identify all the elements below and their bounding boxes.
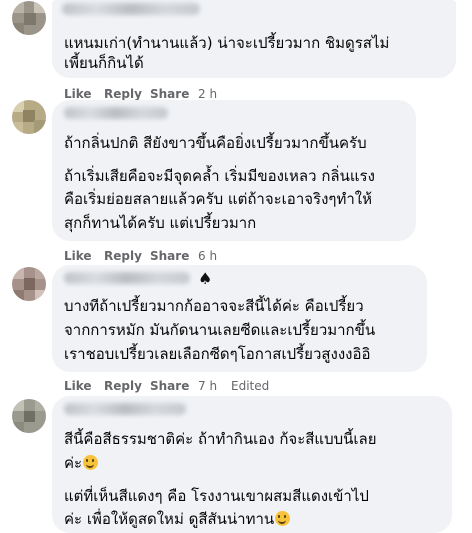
like-button[interactable]: Like bbox=[64, 87, 92, 101]
comment-text-line: สุกก็ทานได้ครับ แต่เปรี้ยวมาก bbox=[64, 214, 257, 232]
author-name[interactable] bbox=[62, 3, 200, 15]
comment-bubble: สีนี้คือสีธรรมชาติค่ะ ถ้าทำกินเอง ก้จะสี… bbox=[52, 396, 452, 533]
reply-button[interactable]: Reply bbox=[104, 379, 142, 393]
comment-text-line: เราชอบเปรี้ยวเลยเลือกซีดๆโอกาสเปรี้ยวสูง… bbox=[64, 345, 371, 363]
comment-text-line: บางทีถ้าเปรี้ยวมากก้ออาจจะสีนี้ได้ค่ะ คื… bbox=[64, 297, 364, 315]
comment-text-line: ถ้ากลิ่นปกติ สียังขาวขึ้นคือยิ่งเปรี้ยวม… bbox=[64, 134, 367, 152]
like-button[interactable]: Like bbox=[64, 379, 92, 393]
comment-bubble: ♠ บางทีถ้าเปรี้ยวมากก้ออาจจะสีนี้ได้ค่ะ … bbox=[52, 265, 427, 372]
author-name[interactable] bbox=[64, 403, 186, 415]
comment-bubble: ถ้ากลิ่นปกติ สียังขาวขึ้นคือยิ่งเปรี้ยวม… bbox=[52, 100, 416, 241]
avatar[interactable] bbox=[12, 399, 46, 433]
comment-text-line: ค่ะ bbox=[64, 453, 99, 473]
comment-bubble: แหนมเก่า(ทำนานแล้ว) น่าจะเปรี้ยวมาก ชิมด… bbox=[52, 0, 456, 78]
comment-text-line: แหนมเก่า(ทำนานแล้ว) น่าจะเปรี้ยวมาก ชิมด… bbox=[64, 34, 390, 52]
timestamp[interactable]: 6 h bbox=[198, 249, 217, 263]
smiling-face-emoji bbox=[275, 511, 291, 526]
timestamp[interactable]: 2 h bbox=[198, 87, 217, 101]
like-button[interactable]: Like bbox=[64, 249, 92, 263]
comment-text-line: สีนี้คือสีธรรมชาติค่ะ ถ้าทำกินเอง ก้จะสี… bbox=[64, 430, 377, 448]
author-name[interactable] bbox=[64, 107, 168, 119]
reply-button[interactable]: Reply bbox=[104, 87, 142, 101]
avatar[interactable] bbox=[12, 267, 46, 301]
comment-text-line: เพี้ยนก็กินได้ bbox=[64, 54, 144, 72]
comment-text-line: คือเริ่มย่อยสลายแล้วครับ แต่ถ้าจะเอาจริง… bbox=[64, 190, 372, 208]
edited-label[interactable]: Edited bbox=[231, 379, 269, 393]
share-button[interactable]: Share bbox=[150, 87, 189, 101]
spade-icon: ♠ bbox=[198, 269, 213, 288]
share-button[interactable]: Share bbox=[150, 379, 189, 393]
comment-text-line: ถ้าเริ่มเสียคือจะมีจุดคล้ำ เริ่มมีของเหล… bbox=[64, 167, 375, 185]
avatar[interactable] bbox=[12, 100, 46, 134]
comment-text-line: จากการหมัก มันกัดนานเลยซีดและเปรี้ยวมากข… bbox=[64, 321, 376, 339]
smiling-face-emoji bbox=[83, 455, 99, 470]
avatar[interactable] bbox=[12, 1, 46, 35]
timestamp[interactable]: 7 h bbox=[198, 379, 217, 393]
author-name[interactable] bbox=[64, 272, 190, 284]
comment-text-line: ค่ะ เพื่อให้ดูสดใหม่ ดูสีสันน่าทาน bbox=[64, 509, 291, 529]
reply-button[interactable]: Reply bbox=[104, 249, 142, 263]
share-button[interactable]: Share bbox=[150, 249, 189, 263]
comment-text-line: แต่ที่เห็นสีแดงๆ คือ โรงงานเขาผสมสีแดงเข… bbox=[64, 487, 369, 505]
